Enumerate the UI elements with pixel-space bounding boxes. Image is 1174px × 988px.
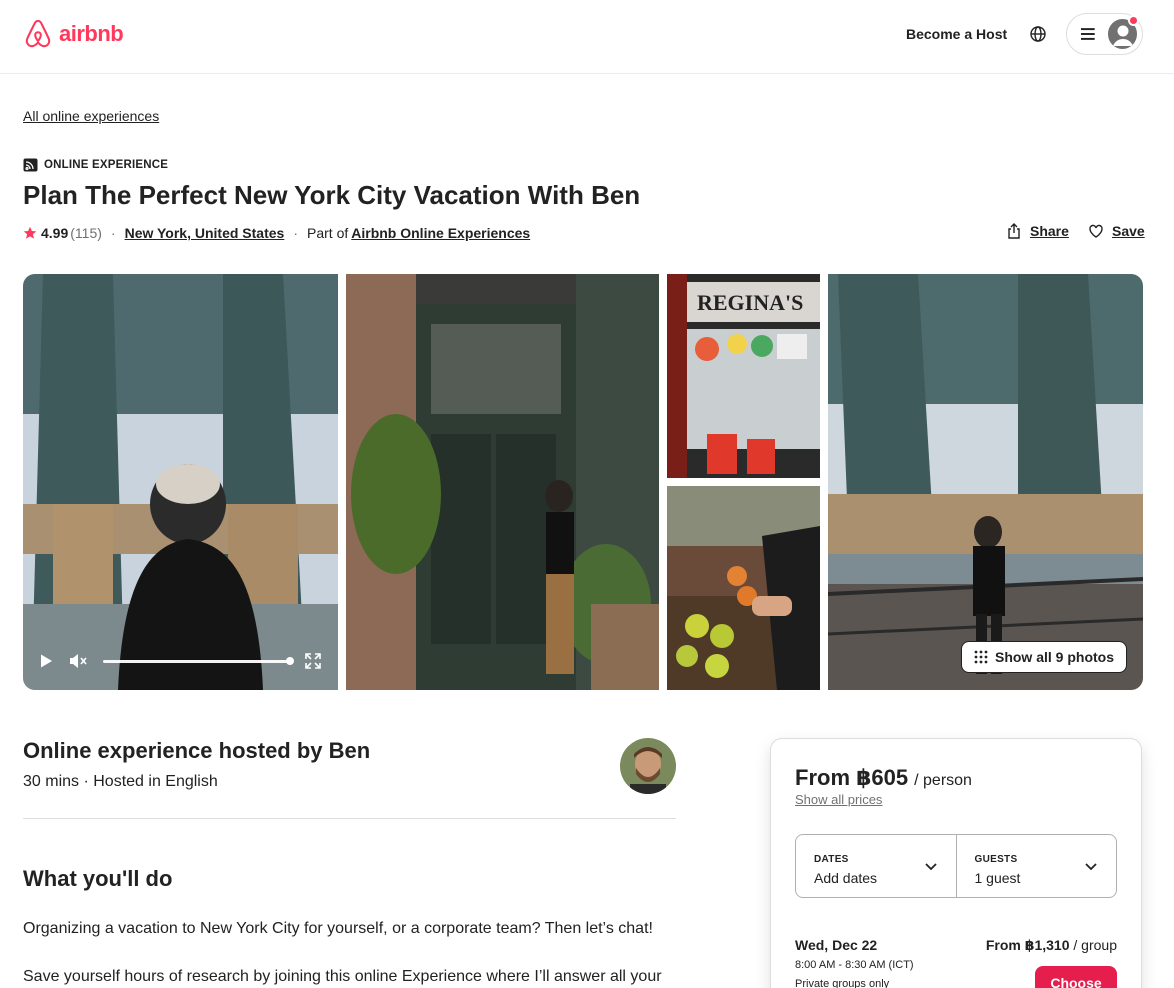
price-row: From ฿605 / person [795, 765, 972, 791]
listing-meta: 4.99 (115) · New York, United States · P… [23, 224, 530, 242]
slot-price-unit: / group [1073, 937, 1117, 953]
globe-icon [1030, 26, 1046, 42]
description-paragraph-2: Save yourself hours of research by joini… [23, 968, 662, 985]
host-section-title: Online experience hosted by Ben [23, 738, 371, 763]
slot-price-amount: From ฿1,310 [985, 937, 1070, 953]
page-title: Plan The Perfect New York City Vacation … [23, 180, 641, 210]
photo-bridge-video[interactable] [23, 274, 338, 690]
rating-value: 4.99 [41, 225, 69, 241]
dates-guests-picker: DATES Add dates GUESTS 1 guest [795, 834, 1117, 898]
chevron-down-icon [924, 863, 937, 871]
part-of-label: Part of [307, 225, 349, 241]
photo-bridge-railing[interactable] [828, 274, 1143, 690]
photo-reginas-storefront[interactable]: REGINA'S [667, 274, 820, 478]
show-all-prices-link[interactable]: Show all prices [795, 792, 882, 807]
become-host-button[interactable]: Become a Host [894, 22, 1019, 46]
language-button[interactable] [1023, 19, 1053, 49]
host-avatar[interactable] [620, 738, 676, 794]
location-link[interactable]: New York, United States [125, 225, 285, 241]
share-icon [1008, 223, 1020, 239]
description-paragraph-1: Organizing a vacation to New York City f… [23, 920, 653, 937]
what-youll-do-title: What you'll do [23, 866, 173, 891]
slot-note: Private groups only [795, 978, 890, 988]
hamburger-menu-icon [1080, 28, 1095, 40]
photo-doorway[interactable] [346, 274, 659, 690]
choose-slot-button[interactable]: Choose [1035, 966, 1117, 988]
experience-type-label: ONLINE EXPERIENCE [23, 158, 168, 172]
price-unit: / person [914, 772, 972, 789]
online-experience-icon [23, 158, 38, 172]
availability-slot: Wed, Dec 22 8:00 AM - 8:30 AM (ICT) Priv… [795, 937, 1117, 988]
chevron-down-icon [1085, 863, 1097, 871]
top-header: airbnb Become a Host [0, 0, 1174, 74]
airbnb-logo[interactable]: airbnb [23, 18, 124, 50]
breadcrumb-all-online-experiences[interactable]: All online experiences [23, 108, 159, 124]
booking-card: From ฿605 / person Show all prices DATES… [770, 738, 1142, 988]
grid-dots-icon [974, 650, 988, 664]
slot-date: Wed, Dec 22 [795, 937, 878, 953]
play-icon[interactable] [38, 653, 54, 669]
star-icon [23, 226, 37, 239]
slot-price: From ฿1,310 / group [986, 937, 1117, 954]
heart-icon [1089, 224, 1103, 238]
review-count[interactable]: (115) [70, 225, 102, 241]
video-progress-bar[interactable] [103, 660, 291, 663]
host-section-subtitle: 30 mins · Hosted in English [23, 773, 218, 790]
guests-picker[interactable]: GUESTS 1 guest [955, 835, 1117, 897]
save-label: Save [1112, 223, 1145, 239]
section-divider [23, 818, 676, 819]
share-label: Share [1030, 223, 1069, 239]
notification-dot [1128, 15, 1139, 26]
fullscreen-icon[interactable] [305, 653, 321, 669]
photo-fruit-market[interactable] [667, 486, 820, 690]
mute-icon[interactable] [69, 653, 87, 669]
save-button[interactable]: Save [1088, 223, 1145, 239]
airbnb-logo-icon [25, 19, 51, 48]
slot-time: 8:00 AM - 8:30 AM (ICT) [795, 959, 914, 971]
experience-type-text: ONLINE EXPERIENCE [44, 159, 169, 171]
svg-text:REGINA'S: REGINA'S [697, 290, 803, 315]
video-progress-thumb[interactable] [286, 657, 294, 665]
dates-picker[interactable]: DATES Add dates [796, 835, 956, 897]
show-all-photos-button[interactable]: Show all 9 photos [961, 641, 1127, 673]
video-controls [23, 645, 338, 679]
price-amount: From ฿605 [795, 765, 909, 790]
airbnb-online-experiences-link[interactable]: Airbnb Online Experiences [351, 225, 530, 241]
logo-wordmark: airbnb [59, 21, 124, 46]
show-all-photos-label: Show all 9 photos [994, 649, 1114, 665]
share-button[interactable]: Share [1006, 223, 1069, 239]
